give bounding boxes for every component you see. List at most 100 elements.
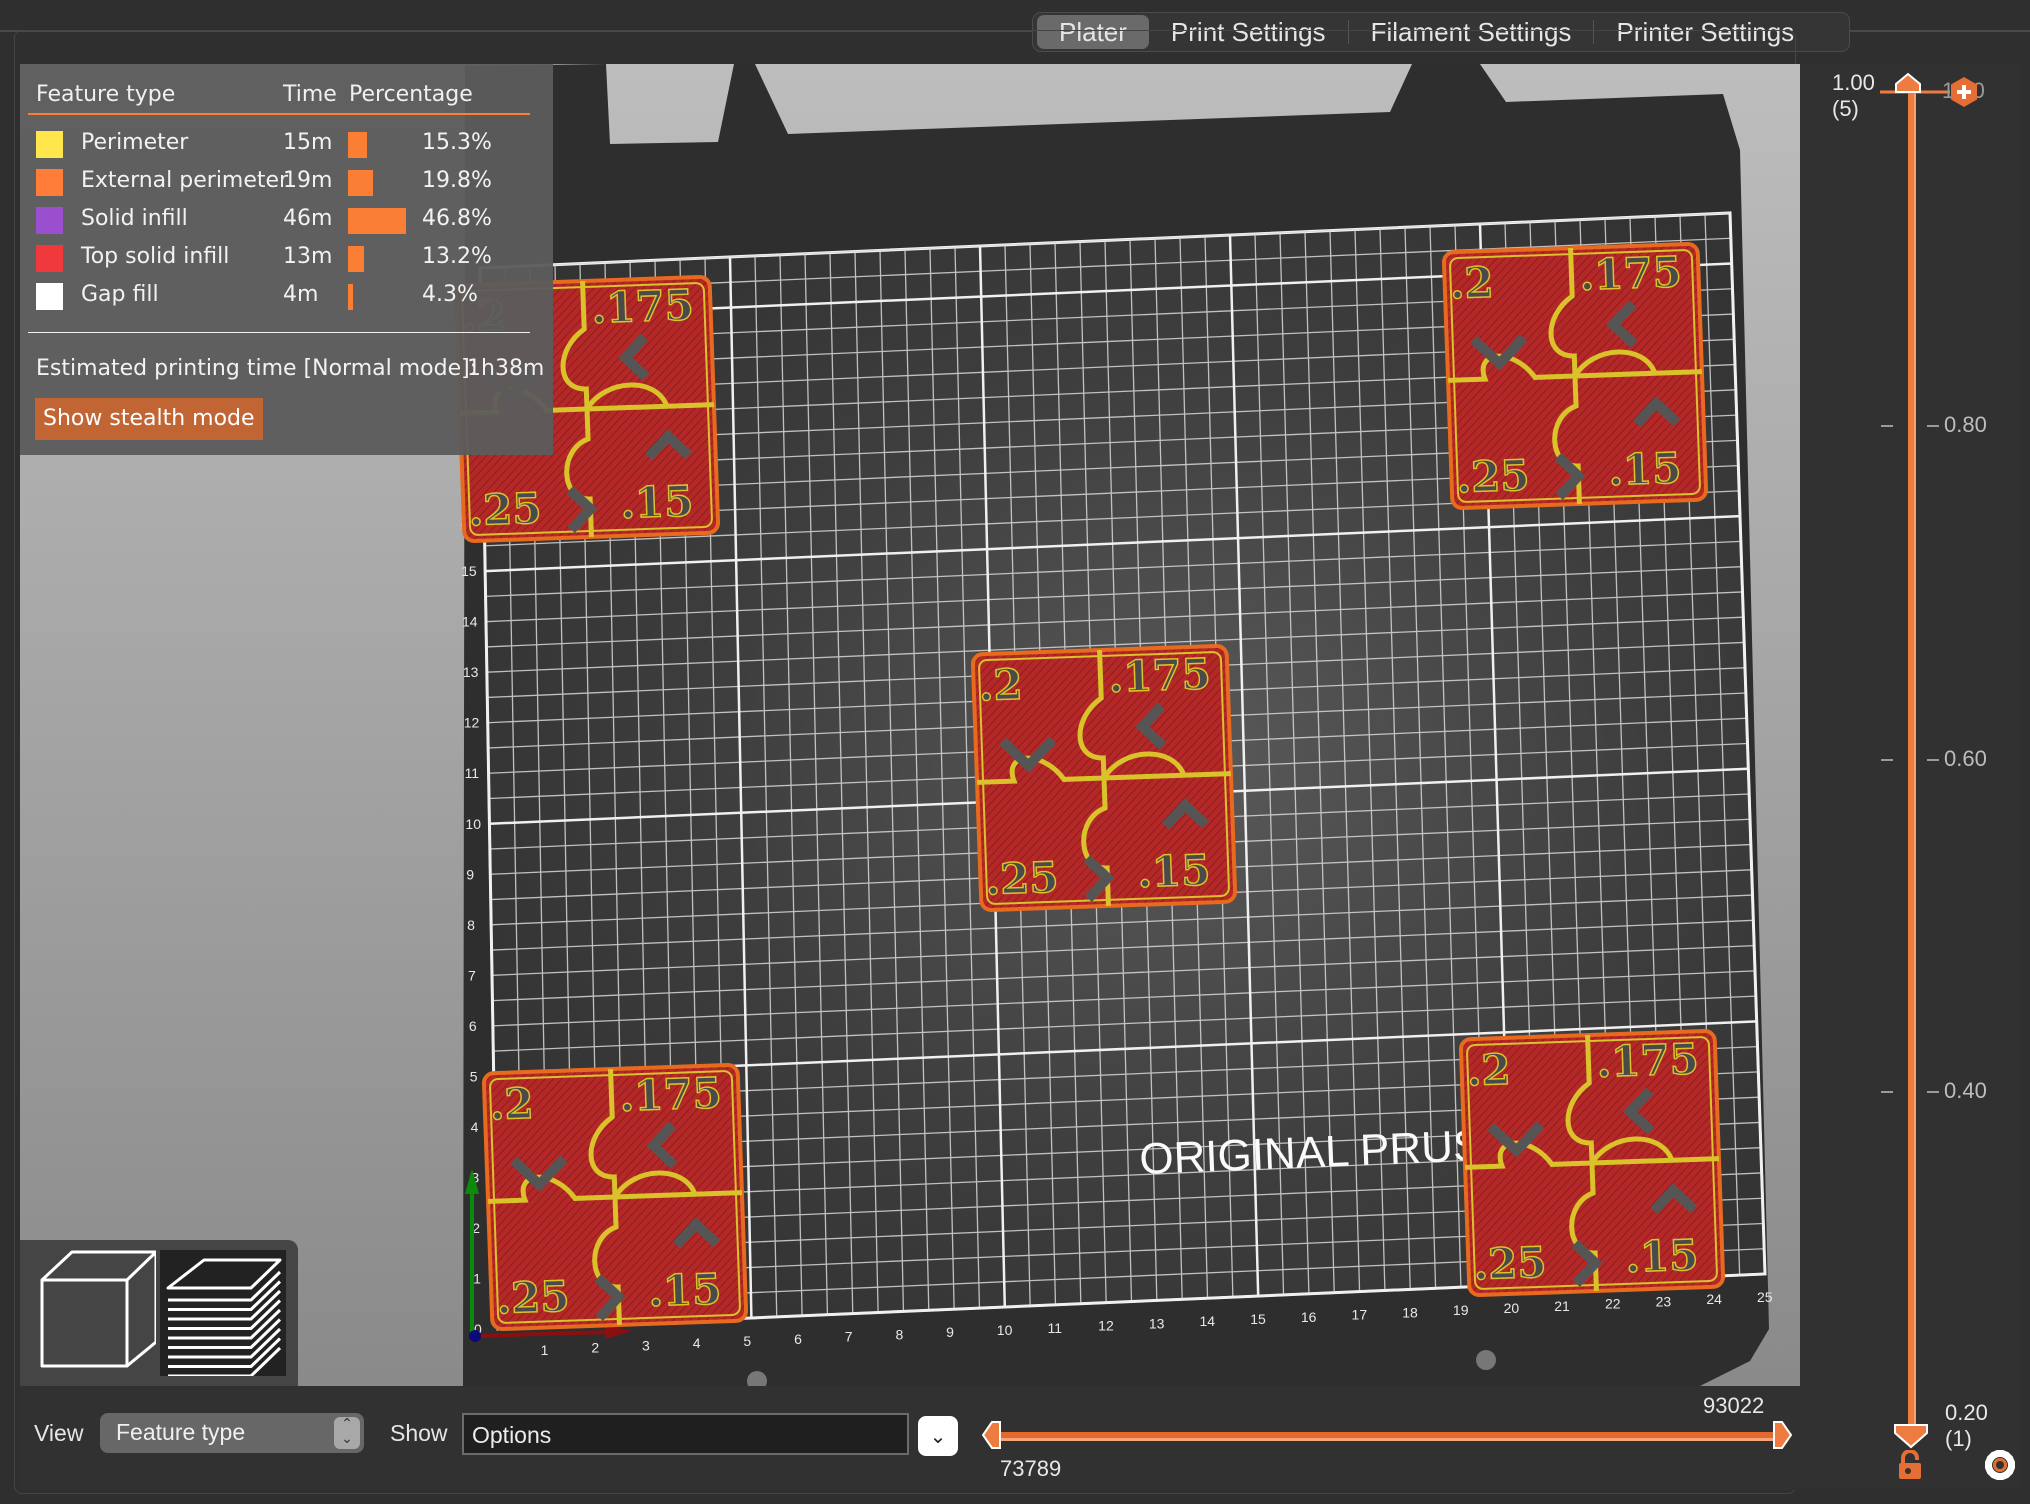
x-axis-label: 12 (1098, 1318, 1114, 1334)
iso-view-button[interactable] (30, 1250, 158, 1376)
show-options-value: Options (472, 1422, 552, 1448)
puzzle-piece-label: .25 (496, 1272, 571, 1324)
gcode-slider-left-thumb[interactable] (980, 1420, 1002, 1450)
chevron-down-icon: ⌄ (929, 1424, 947, 1448)
legend-feature-percentage: 4.3% (422, 282, 478, 307)
legend-color-swatch (36, 207, 63, 234)
layers-view-icon (166, 1258, 282, 1378)
layer-slider-bottom-thumb[interactable] (1893, 1423, 1929, 1449)
legend-color-swatch (36, 169, 63, 196)
x-axis-label: 20 (1504, 1300, 1520, 1316)
legend-feature-percentage: 19.8% (422, 168, 492, 193)
puzzle-piece-label: .15 (1624, 1230, 1699, 1282)
puzzle-piece-label: .175 (1579, 247, 1683, 300)
view-type-switcher (20, 1240, 298, 1386)
x-axis-label: 5 (743, 1333, 751, 1349)
x-axis-label: 9 (946, 1324, 954, 1340)
puzzle-piece-label: .15 (647, 1264, 722, 1316)
y-axis-label: 11 (465, 765, 480, 781)
slider-bottom-value: 0.20 (1945, 1400, 1988, 1425)
puzzle-piece-label: .175 (1108, 649, 1212, 702)
legend-percentage-bar (348, 208, 406, 234)
legend-divider (28, 332, 530, 333)
x-axis-label: 21 (1554, 1298, 1570, 1314)
estimated-time-value: 1h38m (467, 356, 545, 381)
gcode-move-slider-track[interactable] (998, 1432, 1776, 1441)
legend-feature-name: Top solid infill (81, 244, 230, 269)
y-axis-label: 10 (465, 816, 481, 832)
legend-feature-time: 19m (283, 168, 333, 193)
puzzle-piece-object: .2 .175 .25 .15 (1441, 241, 1709, 511)
slider-tick (1927, 425, 1939, 427)
bed-screw-hole (1476, 1350, 1496, 1370)
puzzle-piece-object: .2 .175 .25 .15 (481, 1062, 749, 1332)
view-select-value: Feature type (116, 1419, 246, 1445)
y-axis-label: 9 (466, 866, 474, 882)
show-options-dropdown-button[interactable]: ⌄ (918, 1416, 958, 1456)
view-label: View (34, 1420, 84, 1446)
legend-header-time: Time (283, 82, 337, 107)
x-axis-label: 2 (591, 1340, 599, 1356)
slider-top-value: 1.00 (1832, 70, 1875, 95)
x-axis-label: 14 (1200, 1313, 1216, 1329)
legend-color-swatch (36, 131, 63, 158)
puzzle-piece-label: .15 (1136, 845, 1211, 897)
slider-bottom-layer: (1) (1945, 1426, 1972, 1451)
legend-header-percentage: Percentage (349, 82, 473, 107)
puzzle-piece-object: .2 .175 .25 .15 (970, 643, 1238, 913)
y-axis-label: 14 (462, 614, 478, 630)
add-color-change-button[interactable] (1948, 76, 1980, 108)
view-select[interactable]: Feature type ⌃ ⌄ (100, 1413, 364, 1453)
x-axis-label: 25 (1757, 1289, 1773, 1305)
x-axis-label: 13 (1149, 1315, 1165, 1331)
legend-color-swatch (36, 283, 63, 310)
legend-header-divider (28, 113, 530, 115)
legend-feature-name: Gap fill (81, 282, 159, 307)
puzzle-piece-label: .175 (619, 1068, 723, 1121)
x-axis-label: 17 (1352, 1307, 1368, 1323)
legend-feature-name: External perimeter (81, 168, 289, 193)
slider-tick (1927, 759, 1939, 761)
legend-percentage-bar (348, 170, 373, 196)
legend-feature-percentage: 15.3% (422, 130, 492, 155)
lock-open-icon[interactable] (1897, 1450, 1925, 1480)
x-axis-label: 11 (1047, 1320, 1062, 1336)
show-options-combo[interactable]: Options (462, 1413, 909, 1455)
updown-chevron-icon: ⌃ ⌄ (334, 1417, 360, 1449)
slider-tick (1881, 759, 1893, 761)
puzzle-piece-label: .25 (468, 484, 543, 536)
legend-panel: Feature type Time Percentage Perimeter 15… (20, 64, 553, 455)
slider-tick (1881, 1091, 1893, 1093)
puzzle-piece-label: .2 (978, 660, 1024, 711)
legend-feature-time: 15m (283, 130, 333, 155)
puzzle-piece-label: .175 (591, 280, 695, 333)
x-axis-label: 15 (1250, 1311, 1266, 1327)
x-axis-label: 16 (1301, 1309, 1317, 1325)
x-axis-label: 24 (1706, 1291, 1722, 1307)
puzzle-piece-label: .2 (489, 1079, 535, 1130)
y-axis-label: 6 (469, 1018, 477, 1034)
y-axis-label: 15 (461, 563, 477, 579)
slider-tick-label: 0.80 (1944, 412, 1987, 437)
layer-line (168, 1346, 282, 1378)
puzzle-piece-label: .25 (985, 853, 1060, 905)
estimated-time-label: Estimated printing time [Normal mode]: (36, 356, 478, 381)
legend-feature-name: Perimeter (81, 130, 189, 155)
x-axis-label: 7 (845, 1329, 853, 1345)
puzzle-piece-label: .25 (1456, 451, 1531, 503)
x-axis-label: 4 (693, 1335, 701, 1351)
show-stealth-mode-button[interactable]: Show stealth mode (35, 398, 263, 440)
legend-row: Perimeter 15m 15.3% (20, 126, 540, 164)
puzzle-piece-object: .2 .175 .25 .15 (1458, 1028, 1726, 1298)
layer-slider-track[interactable] (1908, 86, 1916, 1431)
layers-view-button[interactable] (160, 1250, 286, 1378)
settings-cog-icon[interactable] (1984, 1449, 2016, 1481)
layer-slider-top-thumb[interactable] (1880, 70, 1950, 110)
legend-row: Top solid infill 13m 13.2% (20, 240, 540, 278)
puzzle-piece-label: .2 (1449, 258, 1495, 309)
gcode-slider-right-thumb[interactable] (1772, 1420, 1794, 1450)
legend-feature-percentage: 13.2% (422, 244, 492, 269)
gcode-slider-low-value: 73789 (1000, 1456, 1062, 1481)
show-label: Show (390, 1420, 448, 1446)
x-axis-label: 23 (1656, 1293, 1672, 1309)
